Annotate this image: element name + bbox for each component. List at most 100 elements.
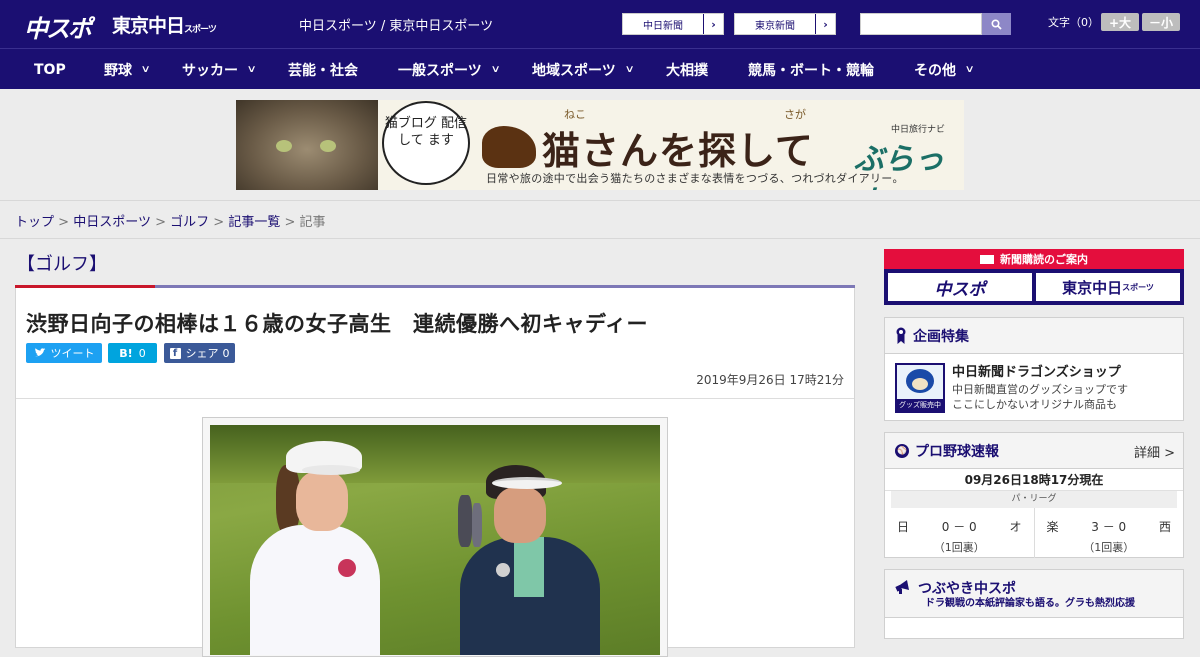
feature-box: 企画特集 グッズ販売中 中日新聞ドラゴンズショップ 中日新聞直営のグッズショップ… [884,317,1184,421]
cat-eye [320,140,336,152]
nav-general-sports[interactable]: 一般スポーツ ∨ [398,49,501,90]
nav-local-sports[interactable]: 地域スポーツ ∨ [532,49,635,90]
main-nav: TOP 野球 ∨ サッカー ∨ 芸能・社会 一般スポーツ ∨ 地域スポーツ ∨ 大相撲 … [0,48,1200,89]
nav-racing-label: 競馬・ボート・競輪 [748,62,874,79]
banner-subtitle: 日常や旅の途中で出会う猫たちのさまざまな表情をつづる、つれづれダイアリー。 [486,172,904,185]
breadcrumb-chuspo[interactable]: 中日スポーツ [73,215,151,230]
baseball-details-link[interactable]: 詳細 > [1134,442,1175,461]
breadcrumb-separator: > [58,215,70,230]
away-team: オ [1009,520,1022,534]
nav-sumo[interactable]: 大相撲 [666,49,708,90]
game-score[interactable]: 日 0 － 0 オ （1回裏） [885,508,1034,558]
facebook-share-count: 0 [222,346,230,360]
photo-golfer-shirt [250,525,380,655]
nav-racing[interactable]: 競馬・ボート・競輪 [748,49,874,90]
chevron-down-icon: ∨ [624,64,635,75]
baseball-icon: ⚾ [895,443,909,458]
inning: （1回裏） [1083,541,1135,554]
search-input[interactable] [860,13,982,35]
article-photo[interactable] [210,425,660,655]
article-divider [16,398,854,399]
tsubuyaki-subtitle: ドラ観戦の本紙評論家も語る。グラも熱烈応援 [925,598,1135,609]
score-timestamp: 09月26日18時17分現在 [885,469,1183,491]
dragons-shop-thumbnail[interactable]: グッズ販売中 [895,363,945,413]
article-title: 渋野日向子の相棒は１６歳の女子高生 連続優勝へ初キャディー [26,312,649,336]
search-icon [991,18,1002,30]
photo-gallery-person [472,503,482,547]
photo-shirt-logo [338,559,356,577]
photo-caddie-visor [492,477,562,489]
photo-vest-logo [496,563,510,577]
nav-baseball-label: 野球 [104,62,132,79]
photo-gallery-person [458,495,472,547]
nav-other-label: その他 [914,62,956,79]
breadcrumb-top[interactable]: トップ [15,215,54,230]
chuspo-logo[interactable]: 中スポ [24,9,92,44]
nav-entertainment[interactable]: 芸能・社会 [288,49,358,90]
tsubuyaki-header: つぶやき中スポ ドラ観戦の本紙評論家も語る。グラも熱烈応援 [885,570,1183,618]
nav-other[interactable]: その他 ∨ [914,49,975,90]
nav-entertainment-label: 芸能・社会 [288,62,358,79]
speech-bubble: 猫ブログ 配信して ます [382,101,470,185]
hatena-bookmark-button[interactable]: B! 0 [108,343,157,363]
baseball-header: ⚾ プロ野球速報 詳細 > [885,433,1183,469]
nav-general-sports-label: 一般スポーツ [398,62,482,79]
site-links[interactable]: 中日スポーツ / 東京中日スポーツ [299,15,493,34]
chevron-down-icon: ∨ [964,64,975,75]
facebook-share-label: シェア [185,347,219,360]
font-size-label: 文字（0） [1048,16,1099,29]
games-row: 日 0 － 0 オ （1回裏） 楽 3 － 0 西 （1回裏） [885,508,1183,558]
feature-title: 企画特集 [913,328,969,345]
chevron-down-icon: ∨ [246,64,257,75]
newspaper-icon [980,254,994,264]
cat-silhouette-icon [482,126,536,168]
facebook-share-button[interactable]: f シェア 0 [164,343,235,363]
shop-desc-line-1: 中日新聞直営のグッズショップです [952,383,1128,396]
subscribe-tokyo-chunichi-link[interactable]: 東京中日 スポーツ [1036,273,1180,301]
dragons-shop-description: 中日新聞直営のグッズショップです ここにしかないオリジナル商品も [952,382,1128,412]
search-button[interactable] [982,13,1011,35]
article-card: 渋野日向子の相棒は１６歳の女子高生 連続優勝へ初キャディー ツイート B! 0 … [15,288,855,657]
shop-thumb-label: グッズ販売中 [897,399,943,411]
breadcrumb-golf[interactable]: ゴルフ [170,215,209,230]
font-decrease-button[interactable]: －小 [1142,13,1180,31]
tokyo-chunichi-logo[interactable]: 東京中日スポーツ [112,11,217,38]
subscribe-tokyo-chunichi-suffix: スポーツ [1122,282,1154,292]
tweet-button[interactable]: ツイート [26,343,102,363]
chunichi-shimbun-select[interactable]: 中日新聞 › [622,13,724,35]
nav-top[interactable]: TOP [34,49,66,90]
chevron-right-icon: › [815,14,835,34]
cat-blog-banner[interactable]: 猫ブログ 配信して ます ねこ さが 猫さんを探して 中日旅行ナビ ぶらっ人 日… [236,100,964,190]
megaphone-icon [895,580,909,594]
hatena-count: 0 [138,346,146,360]
hatena-icon: B! [119,346,133,360]
breadcrumb: トップ > 中日スポーツ > ゴルフ > 記事一覧 > 記事 [0,200,1200,239]
baseball-score-box: ⚾ プロ野球速報 詳細 > 09月26日18時17分現在 パ・リーグ 日 0 －… [884,432,1184,558]
dragons-shop-link[interactable]: 中日新聞ドラゴンズショップ [952,361,1121,380]
feature-header: 企画特集 [885,318,1183,354]
shop-desc-line-2: ここにしかないオリジナル商品も [952,398,1117,411]
breadcrumb-separator: > [284,215,296,230]
chevron-right-icon: › [703,14,723,34]
nav-baseball[interactable]: 野球 ∨ [104,49,151,90]
cat-photo [236,100,378,190]
tokyo-chunichi-logo-suffix: スポーツ [184,25,217,35]
twitter-bird-icon [34,348,45,357]
tokyo-shimbun-select[interactable]: 東京新聞 › [734,13,836,35]
nav-local-sports-label: 地域スポーツ [532,62,616,79]
nav-soccer[interactable]: サッカー ∨ [182,49,257,90]
subscribe-chuspo-link[interactable]: 中スポ [888,273,1032,301]
breadcrumb-article-list[interactable]: 記事一覧 [228,215,280,230]
tokyo-shimbun-select-label: 東京新聞 [755,20,795,32]
chunichi-shimbun-select-label: 中日新聞 [643,20,683,32]
facebook-icon: f [169,347,181,359]
chevron-down-icon: ∨ [490,64,501,75]
cat-eye [276,140,292,152]
breadcrumb-separator: > [155,215,166,230]
game-score[interactable]: 楽 3 － 0 西 （1回裏） [1033,508,1184,558]
breadcrumb-separator: > [213,215,225,230]
font-increase-button[interactable]: +大 [1101,13,1139,31]
inning: （1回裏） [933,541,985,554]
article-date: 2019年9月26日 17時21分 [696,373,844,387]
subscribe-tokyo-chunichi-text: 東京中日 [1062,278,1123,297]
